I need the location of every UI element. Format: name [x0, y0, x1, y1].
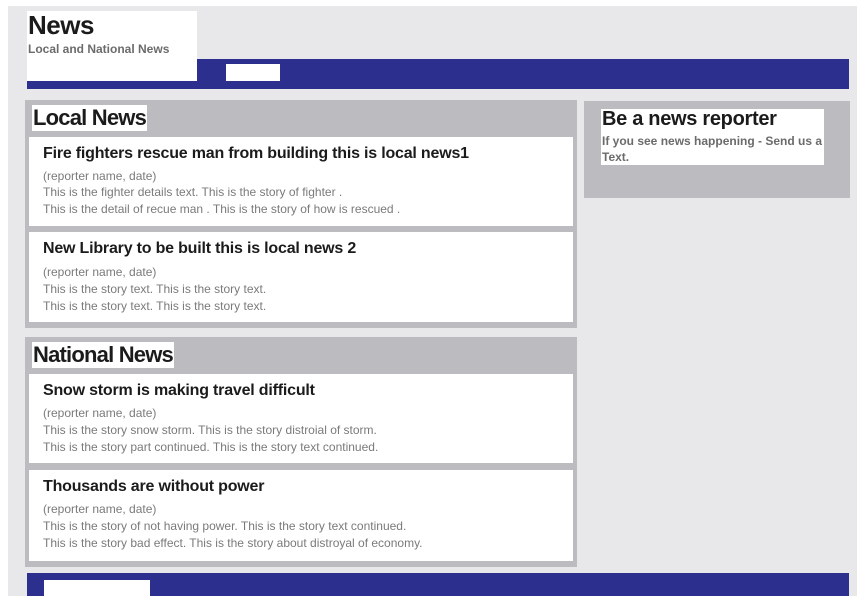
story-byline: (reporter name, date) [43, 502, 157, 516]
story-card[interactable]: Snow storm is making travel difficult (r… [29, 374, 573, 463]
story-byline: (reporter name, date) [43, 169, 157, 183]
story-text: This is the story of not having power. T… [43, 519, 407, 533]
nav-tab[interactable] [226, 64, 280, 81]
footer-bar [27, 573, 849, 596]
header-logo-box-lower [27, 59, 197, 81]
story-text: This is the story snow storm. This is th… [43, 423, 377, 437]
sidebar-title: Be a news reporter [602, 108, 777, 130]
story-card[interactable]: Fire fighters rescue man from building t… [29, 137, 573, 226]
story-byline: (reporter name, date) [43, 265, 157, 279]
story-title[interactable]: Fire fighters rescue man from building t… [43, 145, 469, 163]
story-title[interactable]: Snow storm is making travel difficult [43, 382, 315, 400]
story-card[interactable]: New Library to be built this is local ne… [29, 232, 573, 322]
site-title: News [28, 10, 94, 40]
national-news-section: National News Snow storm is making trave… [25, 337, 577, 567]
story-text: This is the story text. This is the stor… [43, 282, 267, 296]
footer-tab[interactable] [44, 580, 150, 596]
section-heading-local: Local News [32, 105, 148, 131]
top-nav-bar [27, 59, 849, 89]
story-text: This is the fighter details text. This i… [43, 185, 343, 199]
story-text: This is the story text. This is the stor… [43, 299, 267, 313]
site-subtitle: Local and National News [28, 42, 170, 56]
story-card[interactable]: Thousands are without power (reporter na… [29, 470, 573, 561]
sidebar-text: If you see news happening - Send us a Te… [602, 134, 823, 164]
page-background: News Local and National News Local News … [8, 6, 857, 596]
story-text: This is the story part continued. This i… [43, 440, 379, 454]
sidebar-panel: Be a news reporter If you see news happe… [584, 101, 850, 198]
story-title[interactable]: Thousands are without power [43, 478, 264, 496]
section-heading-national: National News [32, 342, 174, 368]
local-news-section: Local News Fire fighters rescue man from… [25, 100, 577, 328]
story-byline: (reporter name, date) [43, 406, 157, 420]
story-title[interactable]: New Library to be built this is local ne… [43, 240, 356, 258]
story-text: This is the story bad effect. This is th… [43, 536, 423, 550]
story-text: This is the detail of recue man . This i… [43, 202, 401, 216]
